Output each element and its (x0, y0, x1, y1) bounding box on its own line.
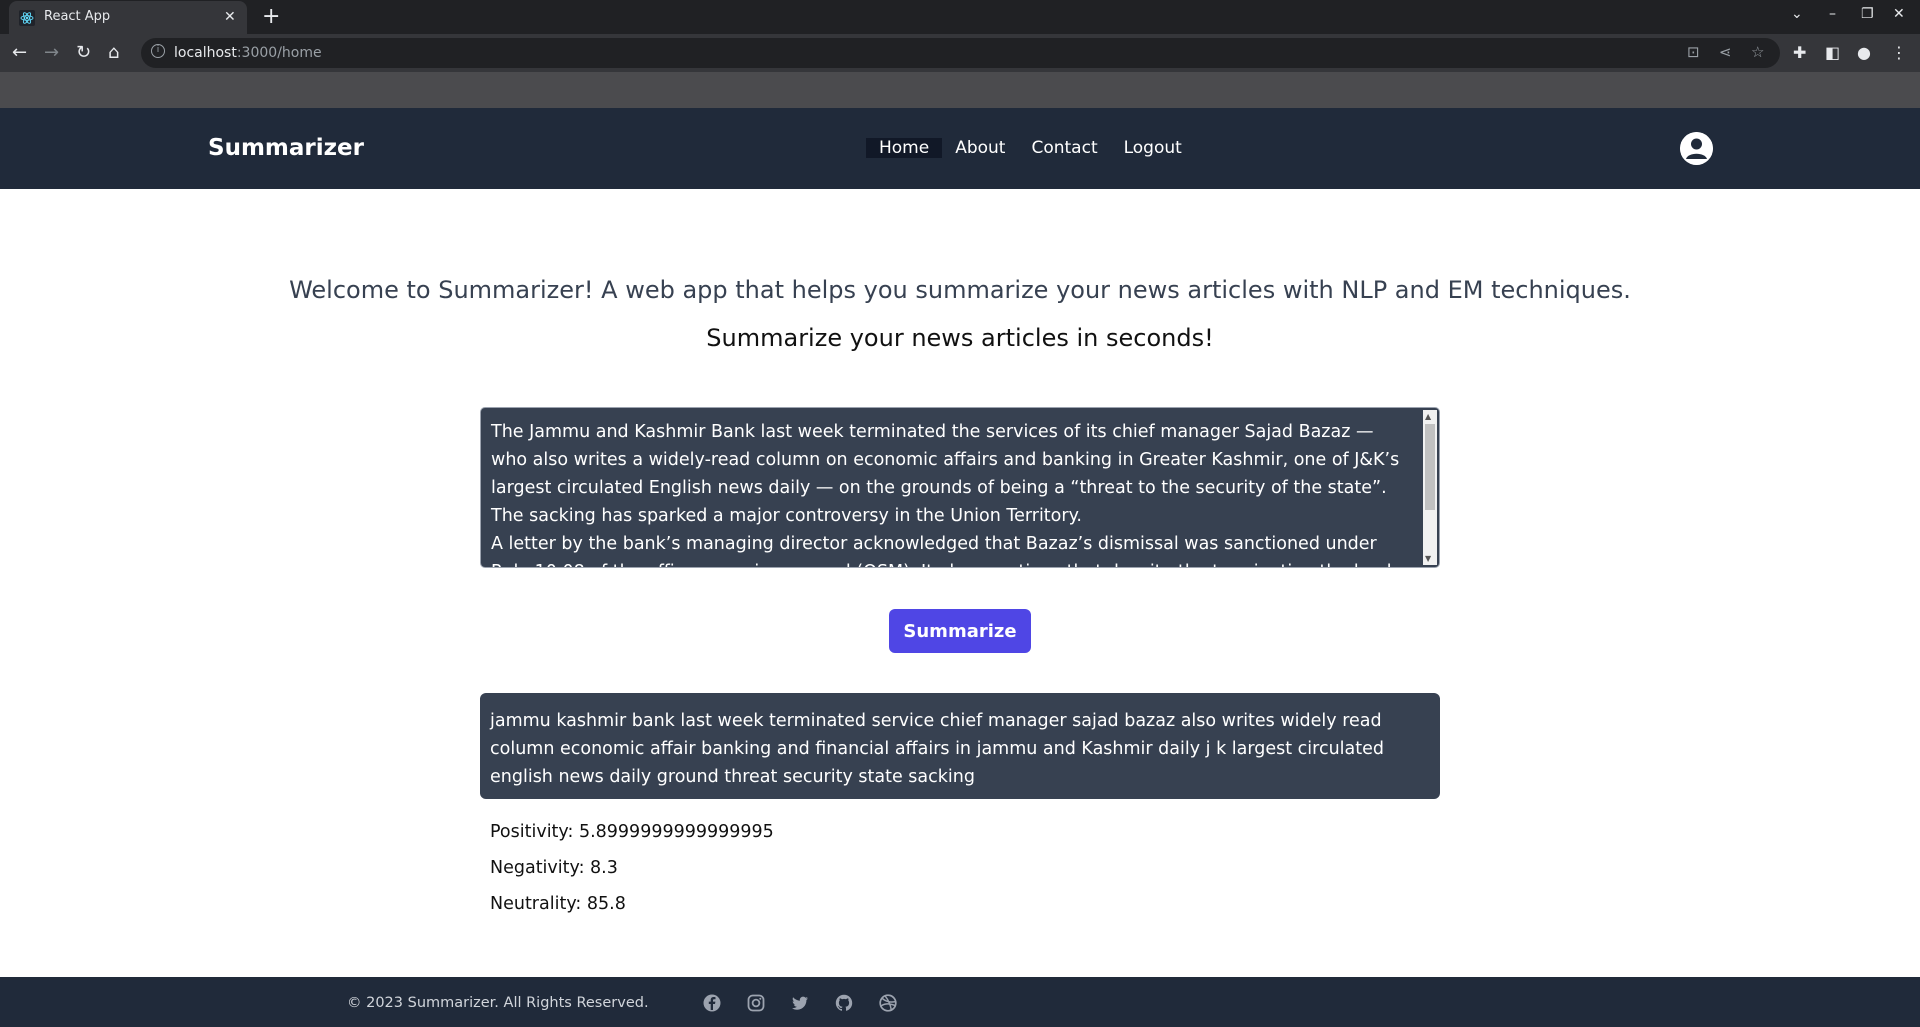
github-icon[interactable] (834, 993, 854, 1013)
copyright-text: © 2023 Summarizer. All Rights Reserved. (347, 995, 649, 1011)
dribbble-icon[interactable] (878, 993, 898, 1013)
share-icon[interactable]: ⋖ (1719, 43, 1732, 61)
summarize-button[interactable]: Summarize (889, 609, 1031, 653)
reload-icon[interactable]: ↻ (76, 42, 91, 63)
footer: © 2023 Summarizer. All Rights Reserved. (0, 977, 1920, 1027)
bookmarks-bar (0, 72, 1920, 108)
url-path: :3000/home (236, 45, 322, 61)
summary-output: jammu kashmir bank last week terminated … (480, 693, 1440, 799)
url-text[interactable]: localhost:3000/home (174, 45, 322, 61)
scroll-up-icon[interactable]: ▲ (1425, 412, 1431, 421)
back-icon[interactable]: ← (12, 42, 27, 63)
new-tab-icon[interactable]: + (262, 4, 280, 29)
nav-about[interactable]: About (942, 138, 1018, 158)
react-logo-icon (19, 10, 35, 26)
nav-home[interactable]: Home (866, 138, 943, 158)
restore-icon[interactable]: ❐ (1861, 6, 1874, 22)
negativity-score: Negativity: 8.3 (490, 858, 618, 878)
url-host: localhost (174, 45, 237, 61)
menu-icon[interactable]: ⋮ (1891, 43, 1907, 62)
site-info-icon[interactable]: i (151, 44, 165, 58)
tab-title: React App (44, 9, 111, 24)
profile-icon[interactable]: ● (1857, 43, 1871, 62)
twitter-icon[interactable] (790, 993, 810, 1013)
user-avatar-icon[interactable] (1680, 132, 1713, 165)
extensions-icon[interactable]: ✚ (1793, 43, 1806, 62)
article-input[interactable]: The Jammu and Kashmir Bank last week ter… (480, 407, 1440, 568)
tab-search-icon[interactable]: ⌄ (1791, 6, 1803, 22)
forward-icon[interactable]: → (44, 42, 59, 63)
browser-tabstrip: React App ✕ + ⌄ – ❐ ✕ (0, 0, 1920, 34)
install-app-icon[interactable]: ⊡ (1687, 43, 1700, 61)
app-header: Summarizer Home About Contact Logout (0, 108, 1920, 189)
instagram-icon[interactable] (746, 993, 766, 1013)
close-window-icon[interactable]: ✕ (1893, 6, 1905, 22)
scroll-down-icon[interactable]: ▼ (1425, 554, 1431, 563)
brand-logo[interactable]: Summarizer (208, 135, 364, 161)
tab-close-icon[interactable]: ✕ (224, 9, 236, 25)
bookmark-star-icon[interactable]: ☆ (1751, 43, 1764, 61)
page-subheading: Summarize your news articles in seconds! (706, 324, 1214, 352)
nav-contact[interactable]: Contact (1018, 138, 1110, 158)
browser-tab[interactable]: React App ✕ (9, 1, 247, 34)
facebook-icon[interactable] (702, 993, 722, 1013)
home-icon[interactable]: ⌂ (108, 42, 119, 63)
side-panel-icon[interactable]: ◧ (1825, 43, 1840, 62)
positivity-score: Positivity: 5.8999999999999995 (490, 822, 774, 842)
scroll-thumb[interactable] (1425, 424, 1435, 510)
nav-logout[interactable]: Logout (1111, 138, 1195, 158)
article-scrollbar[interactable]: ▲ ▼ (1423, 410, 1437, 565)
welcome-text: Welcome to Summarizer! A web app that he… (289, 276, 1631, 304)
browser-toolbar: ← → ↻ ⌂ i localhost:3000/home ⊡ ⋖ ☆ ✚ ◧ … (0, 34, 1920, 72)
address-bar[interactable]: i localhost:3000/home ⊡ ⋖ ☆ (141, 38, 1780, 68)
neutrality-score: Neutrality: 85.8 (490, 894, 626, 914)
minimize-icon[interactable]: – (1829, 6, 1836, 22)
main-nav: Home About Contact Logout (866, 138, 1195, 158)
